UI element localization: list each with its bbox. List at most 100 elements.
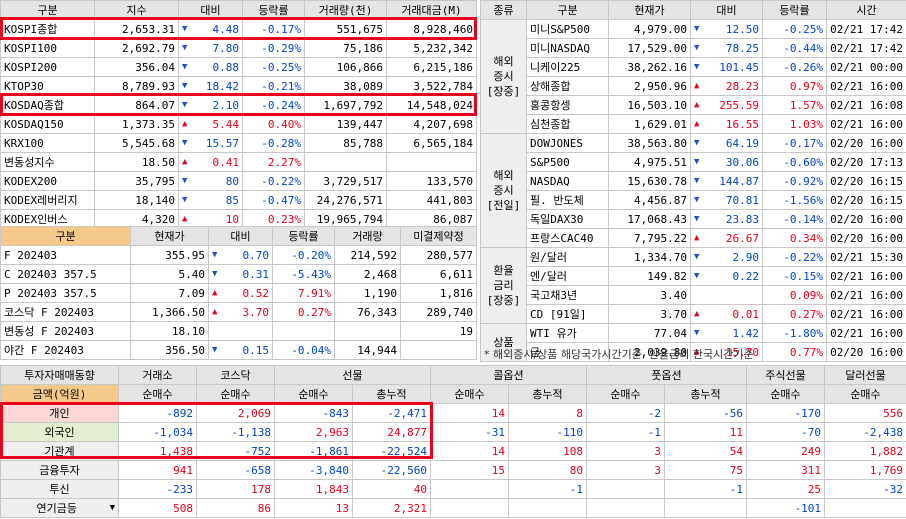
futures-row[interactable]: C 202403 357.5 5.40 ▼ 0.31 -5.43% 2,468 6,611 [0, 264, 477, 284]
global-row[interactable]: 필. 반도체 4,456.87 ▼ 70.81 -1.56% 02/20 16:15 [481, 190, 906, 210]
dropdown-arrow-icon[interactable]: ▼ [110, 500, 115, 517]
triangle-down-icon: ▼ [182, 23, 188, 34]
index-change: ▲ 5.44 [178, 114, 243, 134]
investor-row[interactable]: 금융투자 941 -658 -3,840 -22,560 15 80 3 75 311 1,769 [0, 460, 906, 480]
index-name: KRX100 [0, 133, 95, 153]
index-row[interactable]: KOSDAQ150 1,373.35 ▲ 5.44 0.40% 139,447 4,207,… [0, 114, 477, 134]
triangle-up-icon: ▲ [694, 99, 700, 110]
investor-value: 249 [746, 441, 825, 461]
global-row[interactable]: NASDAQ 15,630.78 ▼ 144.87 -0.92% 02/20 16:15 [481, 171, 906, 191]
futures-header-name: 구분 [0, 226, 131, 246]
index-change: ▼ 80 [178, 171, 243, 191]
futures-row[interactable]: 야간 F 202403 356.50 ▼ 0.15 -0.04% 14,944 [0, 340, 477, 360]
global-change: ▼ 144.87 [690, 171, 763, 191]
index-header-volume: 거래량(천) [304, 0, 387, 20]
index-rate: 2.27% [242, 152, 305, 172]
futures-row[interactable]: 변동성 F 202403 18.10 19 [0, 321, 477, 341]
global-row[interactable]: 환율 금리 [장중] 원/달러 1,334.70 ▼ 2.90 -0.22% 02/21 15:… [480, 247, 906, 324]
index-name: KTOP30 [0, 76, 95, 96]
index-row[interactable]: KOSDAQ종합 864.07 ▼ 2.10 -0.24% 1,697,792 14,548… [0, 95, 477, 115]
global-change-value: 0.01 [732, 307, 760, 321]
global-row[interactable]: 심천종합 1,629.01 ▲ 16.55 1.03% 02/21 16:00 [481, 114, 906, 134]
triangle-down-icon: ▼ [694, 175, 700, 186]
global-row[interactable]: 해외 증시 [장중] 미니S&P500 4,979.00 ▼ 12.50 -0.25% 02/2… [480, 19, 906, 134]
investor-value: 1,843 [274, 479, 353, 499]
index-volume: 3,729,517 [304, 171, 387, 191]
index-row[interactable]: KTOP30 8,789.93 ▼ 18.42 -0.21% 38,089 3,522,78… [0, 76, 477, 96]
index-volume [304, 152, 387, 172]
investor-value: 2,963 [274, 422, 353, 442]
global-rate: -0.26% [762, 57, 827, 77]
global-group-label-line: 증시 [493, 184, 514, 197]
global-row[interactable]: S&P500 4,975.51 ▼ 30.06 -0.60% 02/20 17:13 [481, 152, 906, 172]
investor-row[interactable]: 투신 -233 178 1,843 40 -1 -1 25 -32 [0, 479, 906, 499]
index-row[interactable]: KOSPI200 356.04 ▼ 0.88 -0.25% 106,866 6,215,18… [0, 57, 477, 77]
futures-row[interactable]: P 202403 357.5 7.09 ▲ 0.52 7.91% 1,190 1,816 [0, 283, 477, 303]
global-change: ▲ 28.23 [690, 76, 763, 96]
investor-header-title: 투자자매매동향 [0, 365, 119, 385]
index-row[interactable]: KOSPI100 2,692.79 ▼ 7.80 -0.29% 75,186 5,232,3… [0, 38, 477, 58]
triangle-up-icon: ▲ [182, 213, 188, 224]
global-name: 엔/달러 [526, 266, 609, 286]
investor-row[interactable]: 외국인 -1,034 -1,138 2,963 24,877 -31 -110 -1 11 -70… [0, 422, 906, 442]
investor-row[interactable]: 개인 -892 2,069 -843 -2,471 14 8 -2 -56 -170 556 [0, 403, 906, 423]
global-name: 독일DAX30 [526, 209, 609, 229]
global-row[interactable]: 홍콩항셍 16,503.10 ▲ 255.59 1.57% 02/21 16:08 [481, 95, 906, 115]
index-rate: -0.47% [242, 190, 305, 210]
investor-value: 2,321 [352, 498, 431, 518]
global-row[interactable]: 독일DAX30 17,068.43 ▼ 23.83 -0.14% 02/20 16:00 [481, 209, 906, 229]
futures-oi: 289,740 [400, 302, 477, 322]
index-name: KOSPI종합 [0, 19, 95, 39]
index-row[interactable]: KOSPI종합 2,653.31 ▼ 4.48 -0.17% 551,675 8,928,4… [0, 19, 477, 39]
global-row[interactable]: 미니NASDAQ 17,529.00 ▼ 78.25 -0.44% 02/21 17:42 [481, 38, 906, 58]
global-row[interactable]: 해외 증시 [전일] DOWJONES 38,563.80 ▼ 64.19 -0.17% 02/… [480, 133, 906, 248]
investor-header-exchange: 거래소 [118, 365, 197, 385]
global-row[interactable]: 프랑스CAC40 7,795.22 ▲ 26.67 0.34% 02/20 16:00 [481, 228, 906, 248]
futures-name: F 202403 [0, 245, 131, 265]
futures-rate: 7.91% [272, 283, 335, 303]
index-name: KODEX레버리지 [0, 190, 95, 210]
index-row[interactable]: KODEX200 35,795 ▼ 80 -0.22% 3,729,517 133,570 [0, 171, 477, 191]
index-row[interactable]: KODEX레버리지 18,140 ▼ 85 -0.47% 24,276,571 441,80… [0, 190, 477, 210]
index-row[interactable]: KRX100 5,545.68 ▼ 15.57 -0.28% 85,788 6,565,18… [0, 133, 477, 153]
investor-name-label: 기관계 [44, 444, 75, 458]
investor-value [586, 498, 665, 518]
investor-value: -2 [586, 403, 665, 423]
index-rate: -0.29% [242, 38, 305, 58]
triangle-down-icon: ▼ [694, 61, 700, 72]
global-row[interactable]: 국고채3년 3.40 0.09% 02/21 16:00 [481, 285, 906, 305]
global-rate: -0.22% [762, 247, 827, 267]
investor-value: -56 [664, 403, 747, 423]
global-row[interactable]: 상품 WTI 유가 77.04 ▼ 1.42 -1.80% 02/21 16:00 [480, 323, 906, 362]
global-row[interactable]: 니케이225 38,262.16 ▼ 101.45 -0.26% 02/21 00:00 [481, 57, 906, 77]
index-change-value: 2.10 [212, 98, 240, 112]
investor-value [586, 479, 665, 499]
global-row[interactable]: 상해종합 2,950.96 ▲ 28.23 0.97% 02/21 16:00 [481, 76, 906, 96]
global-row[interactable]: 엔/달러 149.82 ▼ 0.22 -0.15% 02/21 16:00 [481, 266, 906, 286]
index-amount [386, 152, 477, 172]
investor-row[interactable]: 연기금등 ▼ 508 86 13 2,321 -101 [0, 498, 906, 518]
index-rate: -0.25% [242, 57, 305, 77]
futures-rate: -5.43% [272, 264, 335, 284]
futures-name: 변동성 F 202403 [0, 321, 131, 341]
global-rate: 0.09% [762, 285, 827, 305]
global-value: 4,456.87 [608, 190, 691, 210]
futures-name: 야간 F 202403 [0, 340, 131, 360]
futures-volume: 14,944 [334, 340, 401, 360]
futures-row[interactable]: 코스닥 F 202403 1,366.50 ▲ 3.70 0.27% 76,343 289,… [0, 302, 477, 322]
global-group-label-line: [전일] [486, 199, 521, 212]
global-group-label: 환율 금리 [장중] [480, 247, 527, 324]
futures-change-value: 3.70 [242, 305, 270, 319]
global-row[interactable]: CD [91일] 3.70 ▲ 0.01 0.27% 02/21 16:00 [481, 304, 906, 324]
investor-row[interactable]: 기관계 1,438 -752 -1,861 -22,524 14 108 3 54 249 1,88… [0, 441, 906, 461]
index-row[interactable]: 변동성지수 18.50 ▲ 0.41 2.27% [0, 152, 477, 172]
triangle-up-icon: ▲ [212, 287, 218, 298]
investor-name-label: 금융투자 [39, 463, 80, 477]
global-time: 02/21 16:00 [826, 285, 906, 305]
futures-row[interactable]: F 202403 355.95 ▼ 0.70 -0.20% 214,592 280,577 [0, 245, 477, 265]
investor-value: 40 [352, 479, 431, 499]
triangle-up-icon: ▲ [694, 232, 700, 243]
investor-value: 15 [430, 460, 509, 480]
investor-value: 14 [430, 441, 509, 461]
futures-value: 18.10 [130, 321, 209, 341]
